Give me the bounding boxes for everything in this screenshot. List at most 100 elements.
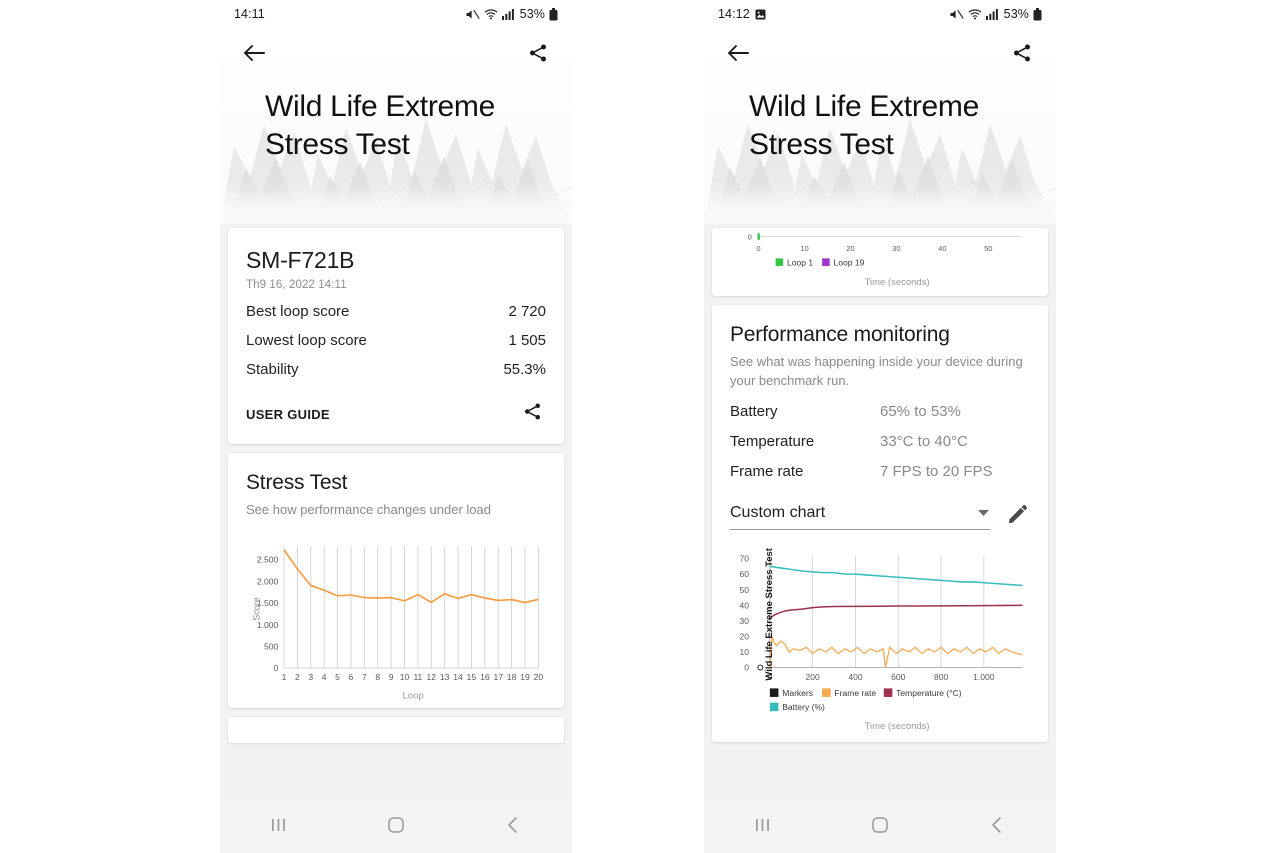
svg-text:16: 16 <box>480 672 490 682</box>
chart-legend: Markers Frame rate Temperature (°C) Batt… <box>769 688 962 712</box>
phone-screenshot-right: 14:12 53% Wild Life Extreme Stress Test … <box>704 0 1056 853</box>
svg-text:0: 0 <box>744 662 749 672</box>
status-bar-right: 14:12 53% <box>704 0 1056 28</box>
back-button[interactable] <box>240 41 268 69</box>
home-button[interactable] <box>368 809 424 845</box>
svg-text:40: 40 <box>739 600 749 610</box>
svg-text:200: 200 <box>806 672 820 682</box>
signal-icon <box>985 8 999 20</box>
chart-selector-row: Custom chart <box>730 480 1030 530</box>
share-button-header[interactable] <box>1008 41 1036 69</box>
home-icon <box>387 816 405 839</box>
phone-screenshot-left: 14:11 53% Wild Life Extreme Stress Test … <box>220 0 572 853</box>
svg-text:14: 14 <box>453 672 463 682</box>
table-row: Best loop score 2 720 <box>246 291 546 320</box>
page-title-line1: Wild Life Extreme <box>749 90 979 123</box>
user-guide-link[interactable]: USER GUIDE <box>246 407 330 422</box>
device-name: SM-F721B <box>246 247 355 273</box>
svg-text:50: 50 <box>739 584 749 594</box>
back-icon <box>505 816 521 839</box>
card-actions: USER GUIDE <box>246 378 546 444</box>
page-title-line2: Stress Test <box>749 128 894 162</box>
svg-text:3: 3 <box>308 672 313 682</box>
svg-text:7: 7 <box>362 672 367 682</box>
hero-fade-overlay <box>704 190 1056 224</box>
stress-test-chart-card: Stress Test See how performance changes … <box>228 453 564 709</box>
home-icon <box>871 816 889 839</box>
content-scroll-right[interactable]: 0 0 10 20 30 40 50 Loop 1 Loop 19 Time (secon… <box>704 224 1056 801</box>
y-axis-label: Wild Life Extreme Stress Test <box>764 547 775 680</box>
svg-text:60: 60 <box>739 569 749 579</box>
nav-bar-left <box>220 801 572 853</box>
svg-text:15: 15 <box>467 672 477 682</box>
edit-chart-button[interactable] <box>1004 504 1030 530</box>
hero-header-left: Wild Life Extreme Stress Test <box>220 28 572 224</box>
image-icon <box>755 9 766 20</box>
row-label: Best loop score <box>246 303 350 320</box>
battery-percent: 53% <box>519 7 545 21</box>
home-button[interactable] <box>852 809 908 845</box>
x-axis-label: Time (seconds) <box>865 721 930 732</box>
legend-label: Temperature (°C) <box>896 688 962 698</box>
back-button[interactable] <box>724 41 752 69</box>
legend-label: Loop 1 <box>787 257 813 267</box>
svg-text:800: 800 <box>934 672 948 682</box>
x-axis-label: Loop <box>403 690 424 701</box>
status-time: 14:11 <box>234 7 265 21</box>
next-card-peek <box>228 717 564 744</box>
svg-text:0: 0 <box>756 244 760 253</box>
recents-button[interactable] <box>735 809 791 845</box>
content-scroll-left[interactable]: SM-F721B Th9 16, 2022 14:11 Best loop sc… <box>220 224 572 801</box>
loop-score-line-chart: 05001.0001.5002.0002.500 1 2 3 4 5 6 7 8 9 10 11 12… <box>251 546 544 701</box>
row-label: Battery <box>730 402 778 420</box>
row-label: Temperature <box>730 432 815 450</box>
share-button-header[interactable] <box>524 41 552 69</box>
chart-type-select[interactable]: Custom chart <box>730 504 990 530</box>
row-label: Lowest loop score <box>246 332 367 349</box>
svg-text:2.000: 2.000 <box>257 577 279 587</box>
share-icon <box>1012 43 1032 68</box>
svg-text:9: 9 <box>389 672 394 682</box>
page-title-right: Wild Life Extreme Stress Test <box>749 88 1036 165</box>
svg-text:0: 0 <box>274 663 279 673</box>
share-button-card[interactable] <box>518 400 546 428</box>
mute-icon <box>465 8 480 21</box>
row-value: 7 FPS to 20 FPS <box>880 462 993 480</box>
wifi-icon <box>968 8 982 20</box>
back-button-nav[interactable] <box>969 809 1025 845</box>
svg-text:20: 20 <box>534 672 544 682</box>
svg-text:2: 2 <box>295 672 300 682</box>
svg-text:11: 11 <box>413 672 422 682</box>
mute-icon <box>949 8 964 21</box>
svg-text:1: 1 <box>282 672 287 682</box>
svg-text:30: 30 <box>892 244 900 253</box>
legend-label: Battery (%) <box>782 702 825 712</box>
legend-label: Markers <box>782 688 813 698</box>
hero-fade-overlay <box>220 190 572 224</box>
back-button-nav[interactable] <box>485 809 541 845</box>
svg-text:6: 6 <box>349 672 354 682</box>
svg-text:400: 400 <box>848 672 862 682</box>
battery-percent: 53% <box>1003 7 1029 21</box>
loop-frametime-chart: 0 0 10 20 30 40 50 Loop 1 Loop 19 Time (secon… <box>748 232 1021 288</box>
share-icon <box>528 43 548 68</box>
nav-bar-right <box>704 801 1056 853</box>
table-row: Lowest loop score 1 505 <box>246 320 546 349</box>
status-bar-left: 14:11 53% <box>220 0 572 28</box>
custom-performance-chart: 0 10 20 30 40 50 60 70 0 200 400 600 800 1.000 Wild … <box>730 530 1030 742</box>
svg-text:2.500: 2.500 <box>257 555 279 565</box>
table-row: Temperature 33°C to 40°C <box>730 420 1030 450</box>
svg-text:500: 500 <box>264 642 278 652</box>
row-value: 65% to 53% <box>880 402 961 420</box>
signal-icon <box>501 8 515 20</box>
recents-button[interactable] <box>251 809 307 845</box>
wifi-icon <box>484 8 498 20</box>
svg-text:10: 10 <box>400 672 410 682</box>
svg-text:1.000: 1.000 <box>973 672 995 682</box>
svg-text:30: 30 <box>739 616 749 626</box>
svg-text:17: 17 <box>493 672 503 682</box>
screenshot-stage: 14:11 53% Wild Life Extreme Stress Test … <box>0 0 1280 853</box>
performance-monitoring-card: Performance monitoring See what was happ… <box>712 305 1048 742</box>
svg-text:18: 18 <box>507 672 517 682</box>
arrow-left-icon <box>243 44 265 67</box>
